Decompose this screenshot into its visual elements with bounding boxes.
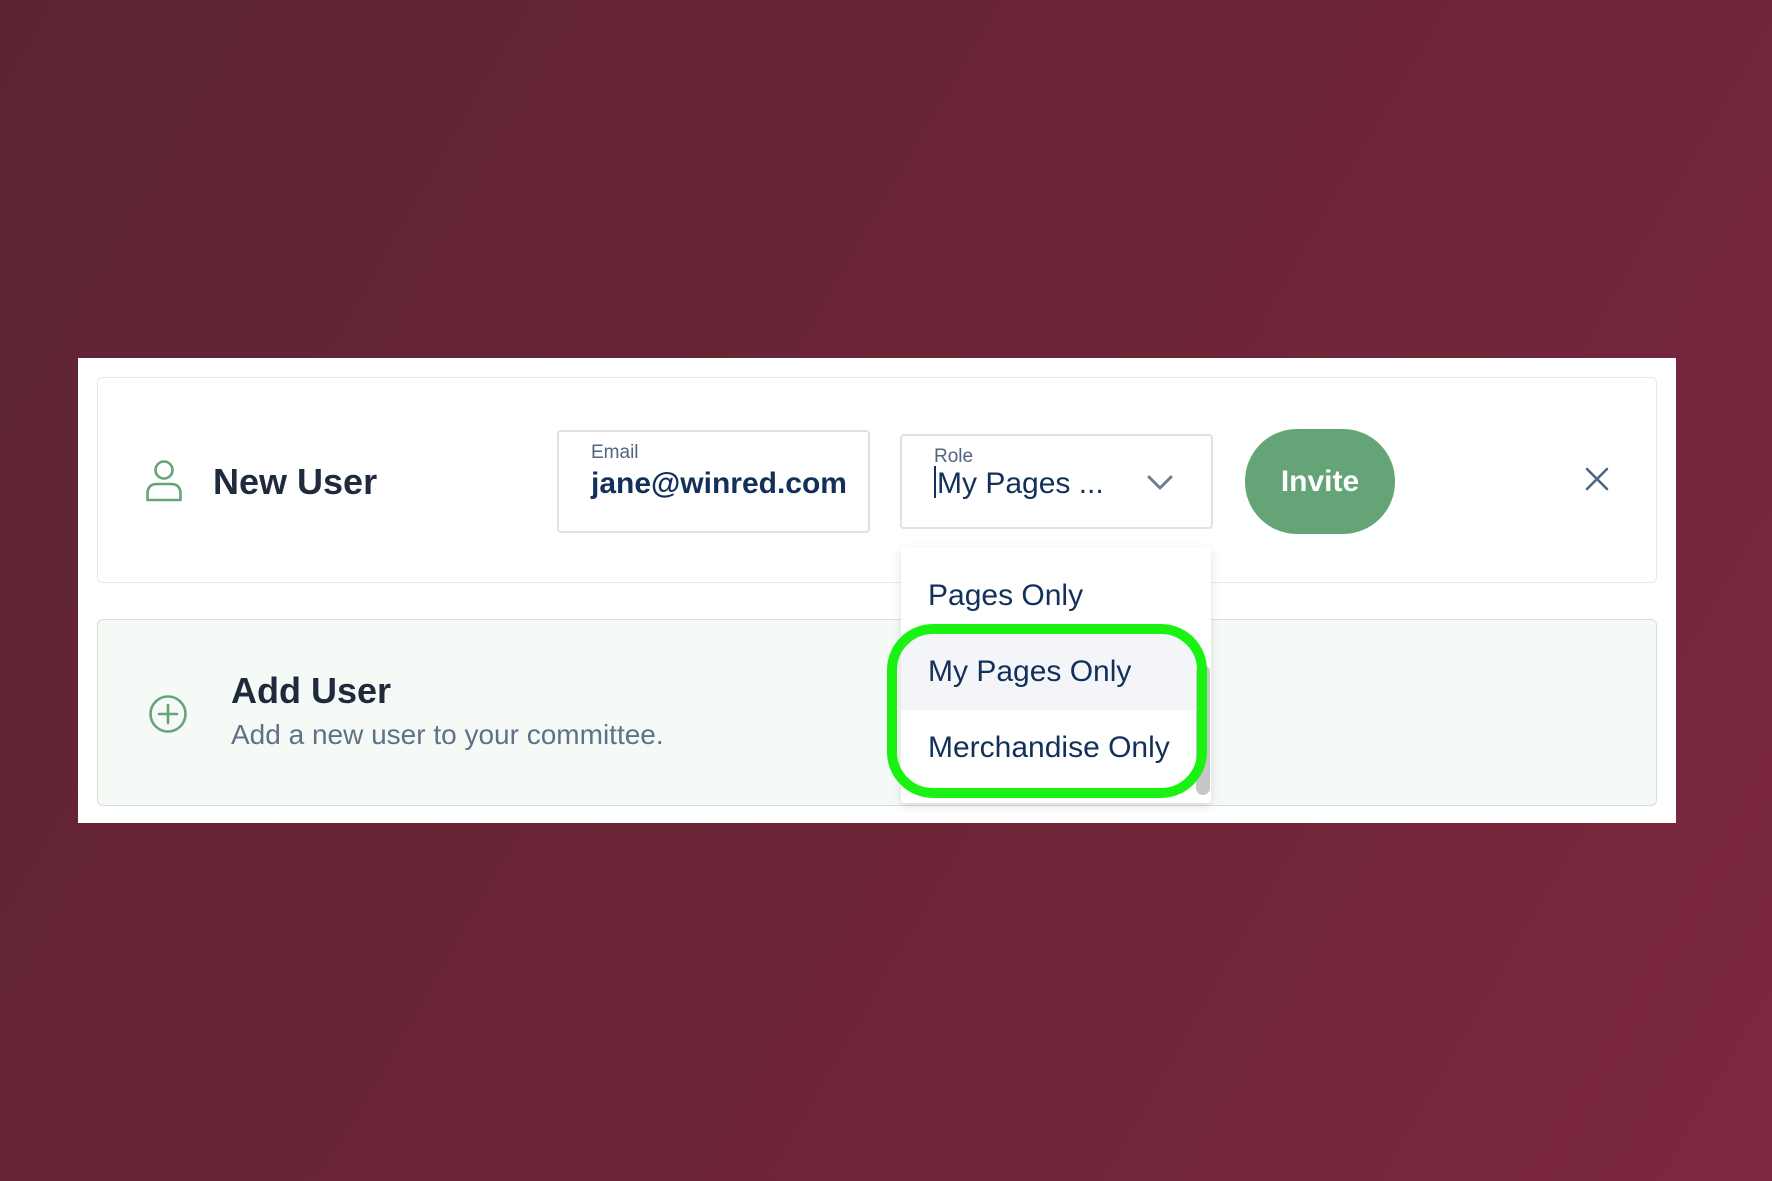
email-field[interactable]: Email jane@winred.com: [557, 430, 870, 533]
role-option-merchandise-only[interactable]: Merchandise Only: [901, 710, 1195, 786]
role-option-my-pages-only[interactable]: My Pages Only: [901, 634, 1195, 710]
text-cursor: [934, 466, 936, 498]
role-dropdown-menu: Pages Only My Pages Only Merchandise Onl…: [901, 547, 1211, 803]
dropdown-scrollbar[interactable]: [1196, 665, 1210, 795]
user-icon: [146, 460, 182, 502]
new-user-title: New User: [213, 461, 378, 502]
chevron-down-icon[interactable]: [1147, 475, 1173, 491]
invite-button[interactable]: Invite: [1245, 429, 1395, 534]
email-input[interactable]: jane@winred.com: [591, 466, 847, 502]
role-label: Role: [934, 446, 974, 467]
add-user-subtitle: Add a new user to your committee.: [231, 719, 664, 750]
email-label: Email: [591, 442, 639, 463]
plus-circle-icon[interactable]: [148, 694, 188, 734]
add-user-title[interactable]: Add User: [231, 668, 391, 714]
role-value-text: My Pages ...: [937, 467, 1104, 500]
role-select[interactable]: Role My Pages ...: [900, 434, 1213, 529]
role-option-pages-only[interactable]: Pages Only: [901, 558, 1195, 634]
close-icon[interactable]: [1584, 466, 1610, 492]
role-value[interactable]: My Pages ...: [934, 466, 1104, 502]
